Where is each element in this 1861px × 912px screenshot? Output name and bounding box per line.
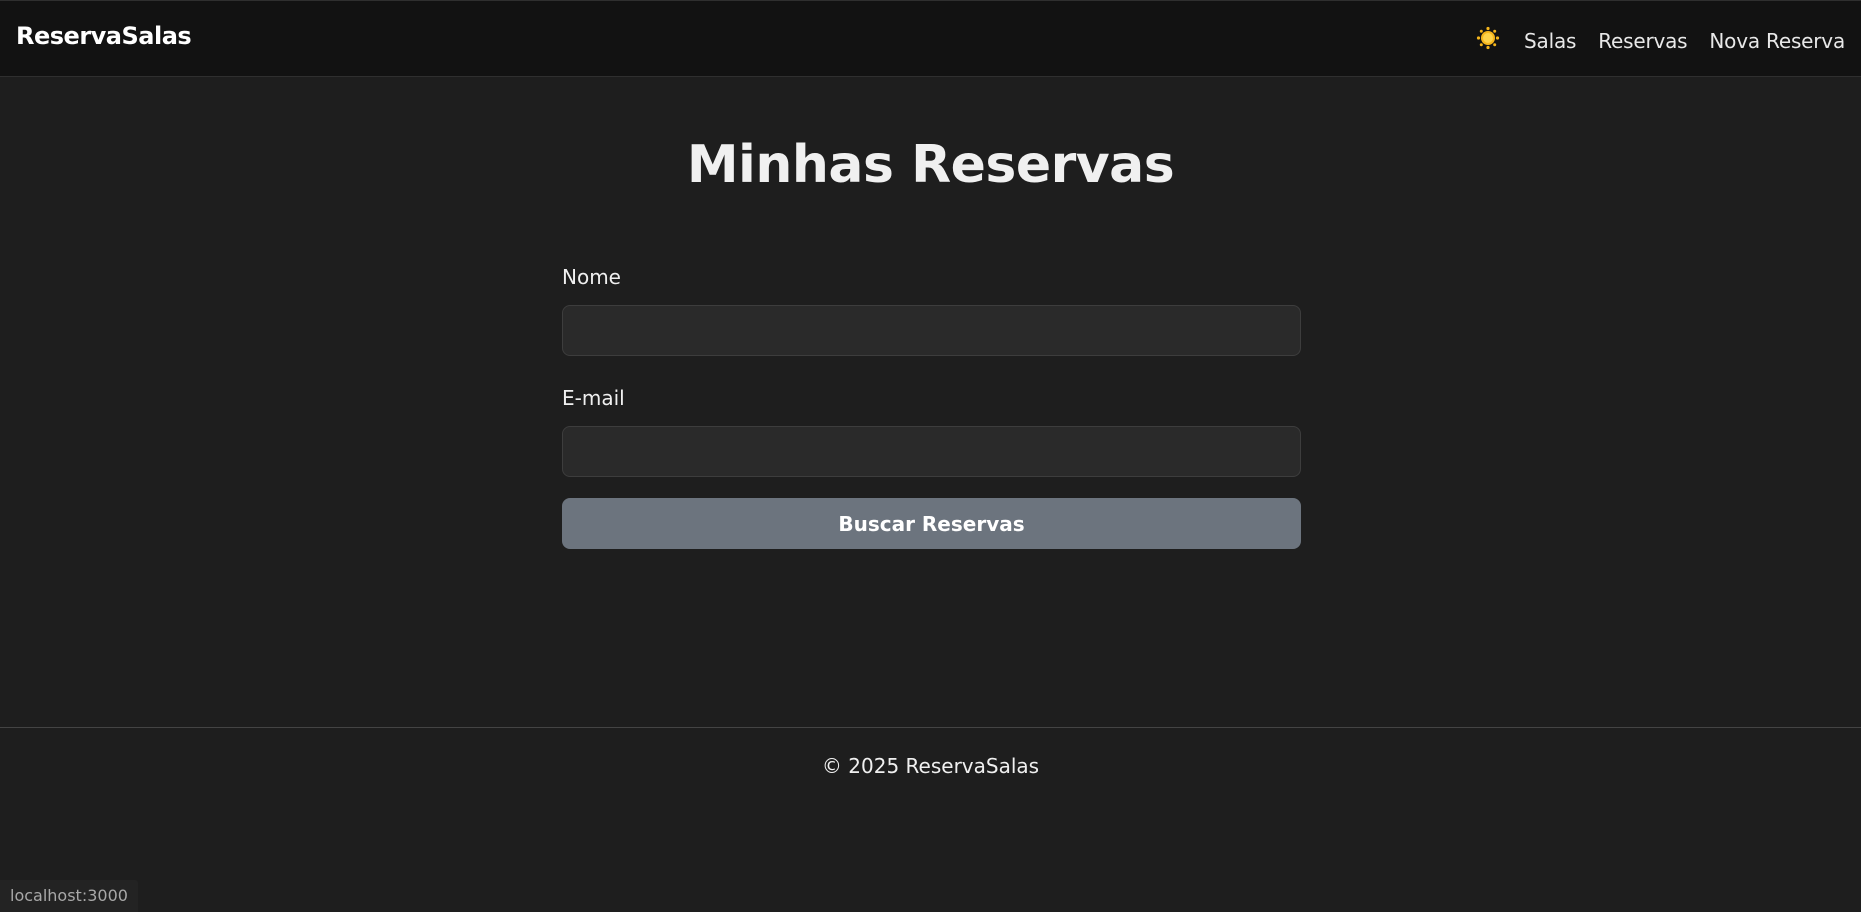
sun-icon: [1476, 26, 1500, 50]
navbar: ReservaSalas Salas Reservas Nova Reserva: [0, 0, 1861, 77]
status-bar-url: localhost:3000: [0, 880, 138, 912]
theme-toggle-button[interactable]: [1474, 24, 1502, 52]
brand-logo[interactable]: ReservaSalas: [16, 22, 192, 50]
email-input[interactable]: [562, 426, 1301, 477]
nav-link-salas[interactable]: Salas: [1524, 29, 1576, 53]
email-label: E-mail: [562, 386, 625, 410]
search-reservations-form: Nome E-mail Buscar Reservas: [562, 262, 1301, 549]
footer-copyright: © 2025 ReservaSalas: [821, 754, 1040, 778]
page-title: Minhas Reservas: [686, 135, 1175, 195]
email-field-group: E-mail: [562, 383, 1301, 477]
name-label: Nome: [562, 265, 621, 289]
nav-links: Salas Reservas Nova Reserva: [1474, 23, 1845, 59]
name-field-group: Nome: [562, 262, 1301, 356]
nav-link-reservas[interactable]: Reservas: [1598, 29, 1687, 53]
name-input[interactable]: [562, 305, 1301, 356]
search-reservations-button[interactable]: Buscar Reservas: [562, 498, 1301, 549]
nav-link-nova-reserva[interactable]: Nova Reserva: [1709, 29, 1845, 53]
footer: © 2025 ReservaSalas: [0, 727, 1861, 912]
